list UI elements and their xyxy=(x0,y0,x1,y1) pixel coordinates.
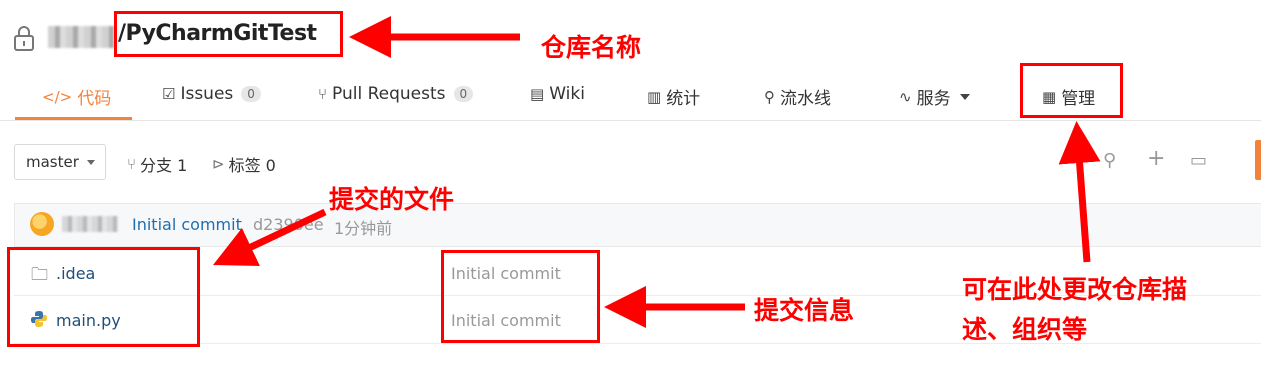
arrow-files xyxy=(213,208,327,267)
annotation-manage-line1: 可在此处更改仓库描 xyxy=(962,275,1188,304)
annotation-committed-files: 提交的文件 xyxy=(329,185,455,214)
annotation-repo-name: 仓库名称 xyxy=(541,33,642,62)
arrow-manage xyxy=(1058,121,1101,263)
annotation-commit-info: 提交信息 xyxy=(754,296,855,325)
annotation-manage-line2: 述、组织等 xyxy=(962,315,1088,344)
